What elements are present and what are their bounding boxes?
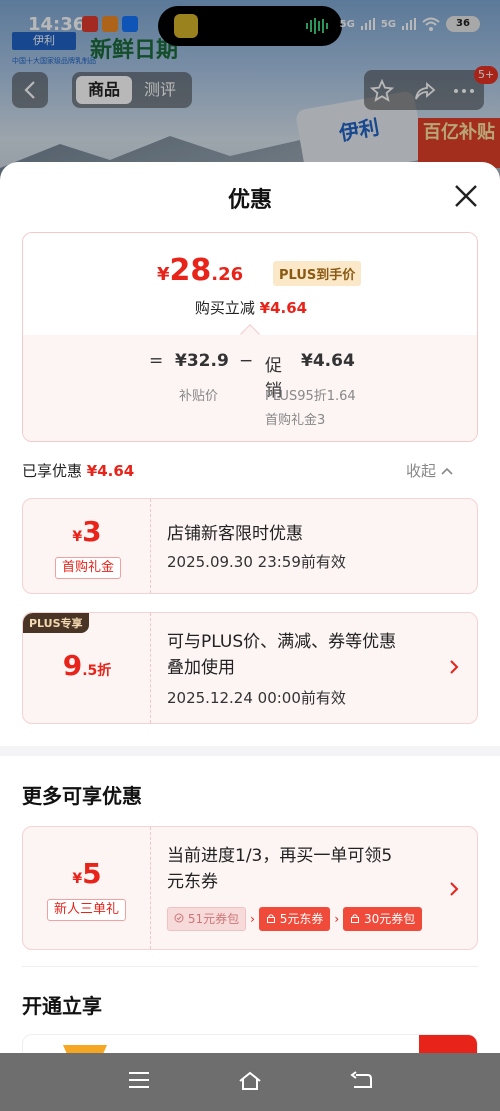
coupon-title-line1: 可与PLUS价、满减、券等优惠 <box>167 632 397 652</box>
chevron-right-icon <box>450 882 459 896</box>
chevron-right-icon <box>450 660 459 674</box>
coupon-title-line2: 叠加使用 <box>167 658 235 678</box>
coupon-plus-discount[interactable]: PLUS专享 9.5折 可与PLUS价、满减、券等优惠 叠加使用 2025.12… <box>22 612 478 724</box>
coupon-amount: ¥3 <box>23 515 151 548</box>
back-nav-icon[interactable] <box>350 1071 372 1091</box>
collapse-label: 收起 <box>406 462 437 480</box>
price-formula-section: = ¥32.9 − 促销 ¥4.64 补贴价 PLUS95折1.64 首购礼金3 <box>23 335 477 441</box>
coupon-validity: 2025.12.24 00:00前有效 <box>167 689 346 707</box>
arrow-right-icon: › <box>334 912 340 926</box>
check-circle-icon <box>174 913 184 923</box>
lock-icon <box>351 914 360 923</box>
promo-value: ¥4.64 <box>301 351 355 371</box>
reduction-value: ¥4.64 <box>259 299 308 317</box>
base-price: ¥32.9 <box>175 351 229 371</box>
coupon-amount-area: ¥5 新人三单礼 <box>23 827 151 949</box>
sheet-title: 优惠 <box>227 188 272 213</box>
formula-minus: − <box>239 351 254 371</box>
open-membership-title: 开通立享 <box>22 994 102 1018</box>
coupon-new-customer[interactable]: ¥3 首购礼金 店铺新客限时优惠 2025.09.30 23:59前有效 <box>22 498 478 594</box>
coupon-value: 3 <box>82 515 102 548</box>
reward-chip-label: 51元券包 <box>187 912 240 926</box>
plus-price-tag: PLUS到手价 <box>273 261 362 286</box>
reward-chip-label: 30元券包 <box>364 912 416 926</box>
coupon-three-orders[interactable]: ¥5 新人三单礼 当前进度1/3，再买一单可领5 元东券 51元券包 › 5元东… <box>22 826 478 950</box>
formula-equals: = <box>149 351 164 371</box>
coupon-value: 5 <box>82 857 102 890</box>
coupon-amount: ¥5 <box>23 857 151 890</box>
base-price-label: 补贴价 <box>179 389 219 404</box>
enjoyed-discount: 已享优惠 ¥4.64 <box>22 460 134 481</box>
discount-sheet: 优惠 ¥28.26 PLUS到手价 购买立减 ¥4.64 = ¥32.9 − 促… <box>0 162 500 1057</box>
section-divider <box>0 746 500 756</box>
reward-progress-chips: 51元券包 › 5元东券 › 30元券包 <box>167 907 423 931</box>
coupon-type-tag: 新人三单礼 <box>47 899 127 921</box>
price-decimal: .26 <box>211 264 244 285</box>
progress-text-line1: 当前进度1/3，再买一单可领5 <box>167 846 393 866</box>
reward-chip-next: 30元券包 <box>343 907 423 931</box>
more-discounts-title: 更多可享优惠 <box>22 784 142 808</box>
coupon-currency: ¥ <box>72 871 83 887</box>
promo-detail-gift: 首购礼金3 <box>265 413 326 428</box>
home-icon[interactable] <box>238 1071 262 1091</box>
price-currency: ¥ <box>157 264 170 285</box>
menu-icon[interactable] <box>128 1071 150 1089</box>
close-icon[interactable] <box>450 180 482 212</box>
price-breakdown-card: ¥28.26 PLUS到手价 购买立减 ¥4.64 = ¥32.9 − 促销 ¥… <box>22 232 478 442</box>
price-integer: 28 <box>169 253 212 288</box>
arrow-right-icon: › <box>250 912 255 926</box>
final-price: ¥28.26 <box>157 253 243 288</box>
chevron-up-icon <box>441 467 453 475</box>
coupon-amount-area: ¥3 首购礼金 <box>23 499 151 593</box>
reward-chip-done: 51元券包 <box>167 907 247 931</box>
divider <box>22 966 478 967</box>
enjoyed-value: ¥4.64 <box>86 462 135 480</box>
final-price-section: ¥28.26 PLUS到手价 购买立减 ¥4.64 <box>23 233 477 335</box>
reward-chip-label: 5元东券 <box>279 912 324 926</box>
reward-chip-current: 5元东券 <box>258 907 331 931</box>
lock-icon <box>266 914 275 923</box>
instant-reduction: 购买立减 ¥4.64 <box>23 297 477 318</box>
collapse-toggle[interactable]: 收起 <box>406 460 453 481</box>
coupon-type-tag: 首购礼金 <box>55 557 122 579</box>
promo-detail-plus: PLUS95折1.64 <box>265 389 356 404</box>
system-nav-bar <box>0 1053 500 1111</box>
coupon-title: 店铺新客限时优惠 <box>167 524 303 544</box>
enjoyed-label: 已享优惠 <box>22 462 83 480</box>
discount-suffix: .5折 <box>82 663 112 679</box>
discount-value: 9 <box>62 649 83 682</box>
reduction-label: 购买立减 <box>194 299 255 317</box>
coupon-amount-area: 9.5折 <box>23 613 151 723</box>
progress-text-line2: 元东券 <box>167 872 218 892</box>
coupon-currency: ¥ <box>72 529 83 545</box>
coupon-amount: 9.5折 <box>23 649 151 682</box>
coupon-validity: 2025.09.30 23:59前有效 <box>167 553 346 571</box>
